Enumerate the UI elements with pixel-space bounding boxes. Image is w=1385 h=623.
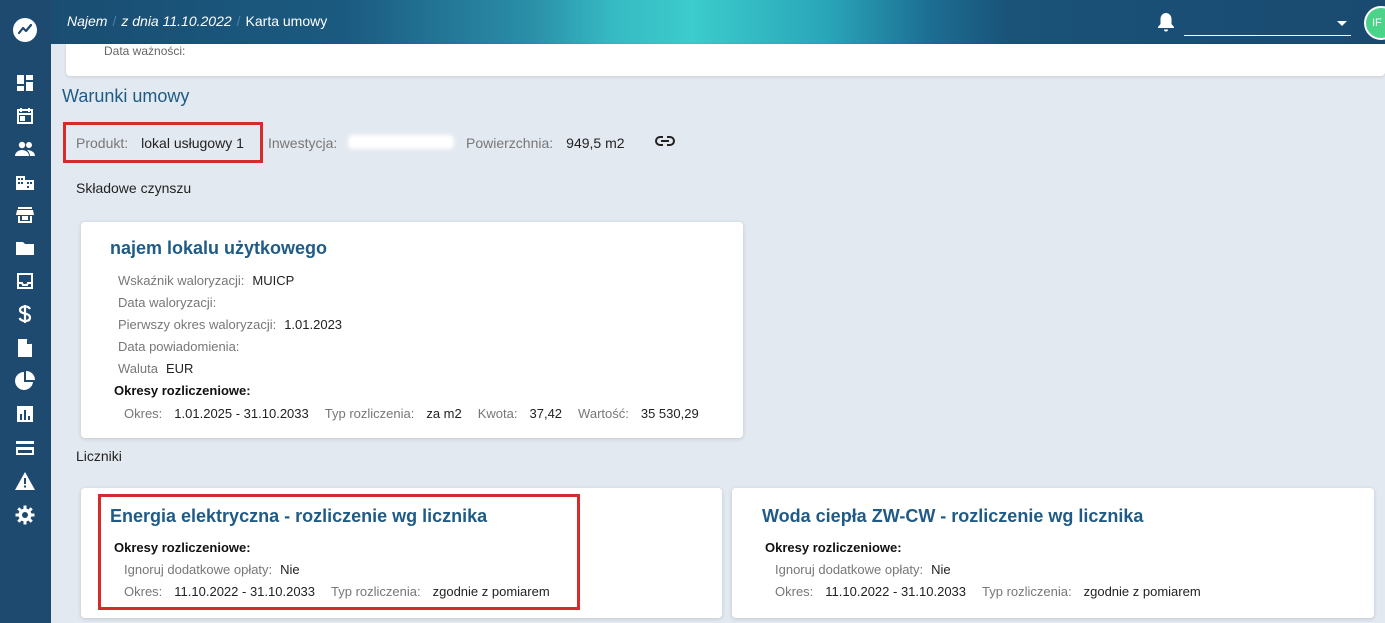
breadcrumb-item-date[interactable]: z dnia 11.10.2022 (121, 13, 231, 29)
credit-card-icon[interactable] (14, 437, 36, 459)
billing-periods-label: Okresy rozliczeniowe: (765, 540, 902, 555)
notification-date-field: Data powiadomienia: (118, 339, 240, 354)
investment-field: Inwestycja: (268, 131, 337, 155)
inbox-icon[interactable] (14, 270, 36, 292)
billing-periods-label: Okresy rozliczeniowe: (114, 383, 251, 398)
rent-components-heading: Składowe czynszu (76, 180, 192, 196)
sidebar (0, 0, 51, 623)
electricity-highlight-box (98, 494, 580, 610)
redacted-investment-value (348, 135, 454, 149)
contract-details-card: Data ważności: (66, 44, 1385, 76)
rent-component-title[interactable]: najem lokalu użytkowego (110, 238, 327, 259)
meter-card-hot-water: Woda ciepła ZW-CW - rozliczenie wg liczn… (732, 488, 1374, 618)
index-field: Wskaźnik waloryzacji: MUICP (118, 273, 295, 288)
area-value: 949,5 m2 (566, 135, 625, 151)
breadcrumb-separator: / (112, 13, 117, 29)
meters-heading: Liczniki (76, 448, 122, 464)
breadcrumb-item-current: Karta umowy (245, 13, 328, 29)
buildings-icon[interactable] (14, 171, 36, 193)
investment-label: Inwestycja: (268, 135, 338, 151)
notifications-bell-icon[interactable] (1157, 12, 1175, 37)
currency-field: Waluta EUR (118, 361, 194, 376)
settings-icon[interactable] (14, 504, 36, 526)
billing-period-row: Okres: 1.01.2025 - 31.10.2033 Typ rozlicz… (124, 406, 699, 421)
folder-icon[interactable] (14, 237, 36, 259)
ignore-fees-field: Ignoruj dodatkowe opłaty: Nie (775, 562, 951, 577)
dollar-icon[interactable] (14, 303, 36, 325)
meter-title-hot-water[interactable]: Woda ciepła ZW-CW - rozliczenie wg liczn… (762, 506, 1143, 527)
calendar-icon[interactable] (14, 105, 36, 127)
product-label: Produkt: (76, 135, 129, 151)
store-icon[interactable] (14, 204, 36, 226)
valorization-date-field: Data waloryzacji: (118, 295, 217, 310)
chevron-down-icon (1337, 21, 1347, 26)
billing-period-row: Okres: 11.10.2022 - 31.10.2033 Typ rozlic… (775, 584, 1201, 599)
expiry-date-label: Data ważności: (104, 44, 186, 58)
top-header: Najem / z dnia 11.10.2022 / Karta umowy … (51, 0, 1385, 44)
first-period-field: Pierwszy okres waloryzacji: 1.01.2023 (118, 317, 343, 332)
page-title: Warunki umowy (62, 86, 190, 106)
breadcrumb-item-najem[interactable]: Najem (67, 13, 107, 29)
user-select-dropdown[interactable] (1184, 12, 1351, 36)
product-field: Produkt: lokal usługowy 1 (76, 131, 244, 155)
breadcrumb-separator: / (236, 13, 241, 29)
warning-icon[interactable] (14, 470, 36, 492)
people-icon[interactable] (14, 138, 36, 160)
link-icon[interactable] (654, 134, 676, 152)
avatar[interactable]: IF (1364, 6, 1385, 40)
pie-chart-icon[interactable] (14, 370, 36, 392)
area-label: Powierzchnia: (466, 135, 554, 151)
document-icon[interactable] (14, 337, 36, 359)
rent-component-card: najem lokalu użytkowego Wskaźnik waloryz… (81, 222, 743, 438)
area-field: Powierzchnia: 949,5 m2 (466, 131, 625, 155)
dashboard-icon[interactable] (14, 72, 36, 94)
product-value: lokal usługowy 1 (141, 135, 244, 151)
bar-chart-icon[interactable] (14, 403, 36, 425)
app-logo-icon[interactable] (13, 18, 37, 42)
breadcrumb: Najem / z dnia 11.10.2022 / Karta umowy (67, 13, 327, 29)
